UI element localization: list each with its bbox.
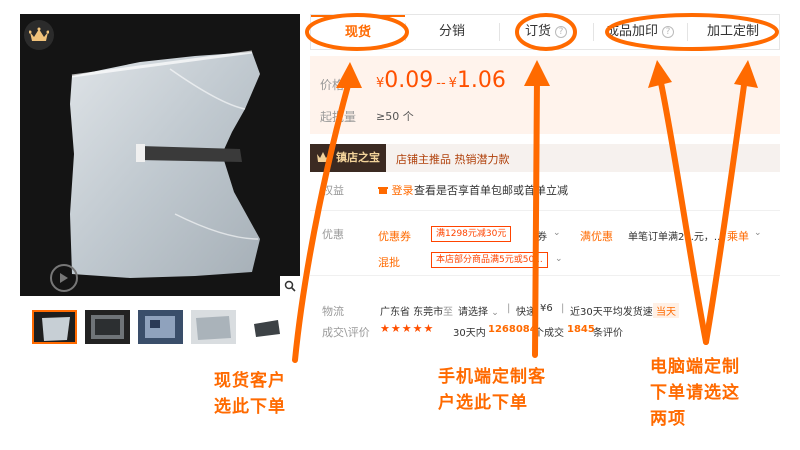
price-panel: 价格 ¥0.09 -- ¥1.06 起批量 ≥50 个 bbox=[310, 56, 780, 134]
destination-select[interactable]: 请选择 ⌄ bbox=[458, 303, 499, 318]
tab-order-label: 订货 bbox=[524, 24, 551, 39]
more-offers-link[interactable]: 乘单 bbox=[727, 228, 749, 244]
tab-spot[interactable]: 现货 bbox=[311, 15, 405, 49]
store-treasure-badge: 镇店之宝 bbox=[310, 144, 386, 172]
zoom-icon[interactable] bbox=[280, 276, 300, 296]
play-video-icon[interactable] bbox=[50, 264, 78, 292]
tab-spot-label: 现货 bbox=[344, 25, 371, 40]
moq-value: ≥50 个 bbox=[376, 110, 414, 123]
deal-count-unit: 个成交 bbox=[534, 328, 564, 339]
chevron-down-icon[interactable]: ⌄ bbox=[555, 254, 563, 264]
chevron-down-icon: ⌄ bbox=[491, 308, 499, 318]
brand-crown-icon bbox=[24, 20, 54, 50]
coupon-extra: 券 bbox=[537, 232, 547, 243]
annotation-pc-line1: 电脑端定制 bbox=[650, 357, 740, 377]
thumbnail-3[interactable] bbox=[138, 310, 183, 344]
tab-finished-printing-label: 成品加印 bbox=[605, 24, 658, 39]
price-label: 价格 bbox=[320, 78, 345, 92]
ship-speed-value: 当天 bbox=[653, 303, 679, 318]
express-label: 快递 bbox=[516, 307, 536, 318]
thumbnail-2[interactable] bbox=[85, 310, 130, 344]
discount-label: 优惠 bbox=[322, 228, 344, 241]
tab-custom-processing-label: 加工定制 bbox=[706, 24, 759, 39]
login-link-label: 登录 bbox=[391, 184, 414, 197]
moq-label: 起批量 bbox=[320, 110, 357, 124]
currency-symbol: ¥ bbox=[448, 76, 457, 91]
gift-icon bbox=[378, 187, 388, 194]
price-separator: -- bbox=[436, 76, 446, 91]
main-product-image[interactable] bbox=[20, 14, 300, 296]
logistics-label: 物流 bbox=[322, 305, 344, 318]
store-banner[interactable]: 镇店之宝 店铺主推品 热销潜力款 bbox=[310, 144, 780, 172]
help-icon[interactable]: ? bbox=[662, 25, 674, 38]
deal-count: 1268084 bbox=[488, 324, 537, 335]
full-reduction-label: 满优惠 bbox=[580, 230, 613, 243]
purchase-mode-tabs: 现货 分销 订货? 成品加印? 加工定制 bbox=[310, 14, 780, 50]
rating-stars: ★★★★★ bbox=[380, 322, 435, 335]
annotation-spot-line1: 现货客户 bbox=[214, 371, 286, 391]
thumbnail-4[interactable] bbox=[191, 310, 236, 344]
annotation-mobile-line1: 手机端定制客 bbox=[438, 367, 546, 387]
bag-photo bbox=[20, 14, 300, 296]
destination-select-label: 请选择 bbox=[458, 307, 488, 318]
full-reduction-desc: 单笔订单满2...元，... bbox=[628, 232, 724, 243]
thumbnail-5[interactable] bbox=[244, 310, 289, 344]
coupon-label: 优惠券 bbox=[378, 230, 411, 243]
review-count-unit: 条评价 bbox=[593, 328, 623, 339]
store-promo-text: 店铺主推品 热销潜力款 bbox=[396, 153, 510, 166]
thumbnail-1[interactable] bbox=[32, 310, 77, 344]
tab-distribution-label: 分销 bbox=[438, 24, 465, 39]
express-price: ¥6 bbox=[540, 303, 553, 314]
chevron-down-icon[interactable]: ⌄ bbox=[553, 228, 561, 238]
login-link[interactable]: 登录 bbox=[378, 182, 414, 198]
reviews-label: 成交\评价 bbox=[322, 326, 370, 339]
annotation-mobile: 手机端定制客 户选此下单 bbox=[438, 364, 546, 416]
benefits-note: 查看是否享首单包邮或首单立减 bbox=[414, 184, 568, 197]
mixed-batch-label: 混批 bbox=[378, 256, 400, 269]
price-min: 0.09 bbox=[384, 68, 434, 93]
benefits-label: 权益 bbox=[322, 184, 344, 197]
tab-finished-printing[interactable]: 成品加印? bbox=[593, 15, 687, 49]
tab-custom-processing[interactable]: 加工定制 bbox=[687, 15, 779, 49]
tab-distribution[interactable]: 分销 bbox=[405, 15, 499, 49]
store-badge-label: 镇店之宝 bbox=[336, 151, 380, 164]
annotation-pc-line2: 下单请选这 bbox=[650, 383, 740, 403]
chevron-down-icon[interactable]: ⌄ bbox=[754, 228, 762, 238]
coupon-tag[interactable]: 满1298元减30元 bbox=[431, 226, 512, 242]
price-max: 1.06 bbox=[456, 68, 506, 93]
origin-location: 广东省 东莞市 bbox=[380, 307, 444, 318]
to-label: 至 bbox=[443, 307, 453, 318]
days-label: 30天内 bbox=[453, 328, 486, 339]
price-range: ¥0.09 -- ¥1.06 bbox=[376, 68, 506, 93]
annotation-pc-line3: 两项 bbox=[650, 409, 686, 429]
help-icon[interactable]: ? bbox=[555, 25, 567, 38]
review-count[interactable]: 1845 bbox=[567, 324, 595, 335]
mixed-batch-tag[interactable]: 本店部分商品满5元或50... bbox=[431, 252, 548, 268]
thumbnail-strip bbox=[32, 310, 289, 344]
tab-order[interactable]: 订货? bbox=[499, 15, 593, 49]
annotation-mobile-line2: 户选此下单 bbox=[438, 393, 528, 413]
divider: | bbox=[507, 303, 511, 314]
annotation-pc: 电脑端定制 下单请选这 两项 bbox=[650, 354, 740, 432]
annotation-spot-line2: 选此下单 bbox=[214, 397, 286, 417]
crown-icon bbox=[317, 152, 329, 162]
annotation-spot: 现货客户 选此下单 bbox=[214, 368, 286, 420]
divider: | bbox=[561, 303, 565, 314]
